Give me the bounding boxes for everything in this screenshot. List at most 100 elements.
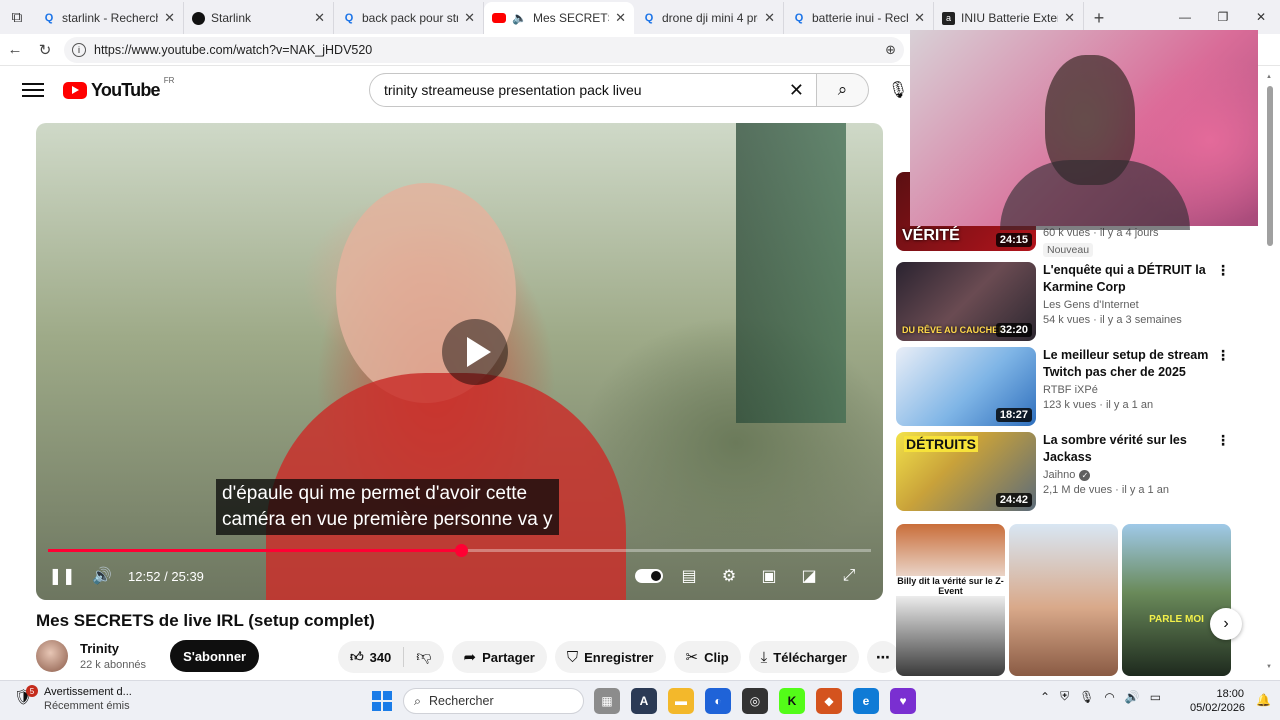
save-button[interactable]: ⛉ Enregistrer (554, 641, 666, 673)
big-play-button[interactable] (442, 319, 508, 385)
share-label: Partager (482, 649, 535, 665)
dislike-button[interactable]: 👎︎ (404, 648, 443, 666)
thumbnail-text: DÉTRUITS (904, 436, 978, 452)
short-item[interactable]: Billy dit la vérité sur le Z-Event (896, 524, 1005, 676)
clock[interactable]: 18:00 05/02/2026 (1190, 687, 1245, 715)
volume-icon[interactable]: 🔊 (82, 559, 122, 593)
heart-app-icon[interactable]: ♥ (890, 688, 916, 714)
more-options-icon[interactable]: ⋮ (1216, 262, 1230, 279)
progress-bar[interactable] (48, 544, 871, 557)
app-icon[interactable]: ◆ (816, 688, 842, 714)
scroll-down-icon[interactable]: ▼ (1266, 664, 1274, 670)
scrollbar-thumb[interactable] (1267, 86, 1273, 246)
task-view-icon[interactable]: ▦ (594, 688, 620, 714)
subtitles-icon[interactable]: ▤ (669, 559, 709, 593)
file-explorer-icon[interactable]: ▬ (668, 688, 694, 714)
short-item[interactable]: PARLE MOI (1122, 524, 1231, 676)
download-label: Télécharger (773, 649, 847, 665)
channel-name[interactable]: RTBF iXPé (1043, 384, 1218, 396)
microphone-icon[interactable]: 🎙 (886, 78, 910, 102)
pause-icon[interactable]: ❚❚ (42, 559, 82, 593)
short-item[interactable] (1009, 524, 1118, 676)
subscribe-button[interactable]: S'abonner (170, 640, 260, 672)
scroll-up-icon[interactable]: ▲ (1266, 74, 1274, 80)
close-icon[interactable]: ✕ (464, 10, 475, 26)
search-button[interactable]: ⌕ (817, 73, 869, 107)
video-thumbnail[interactable]: DU RÊVE AU CAUCHEM 32:20 (896, 262, 1036, 341)
tab-drone-search[interactable]: Q drone dji mini 4 pro - R ✕ (634, 2, 784, 34)
close-icon[interactable]: ✕ (314, 10, 325, 26)
chatgpt-icon[interactable]: ◎ (742, 688, 768, 714)
recommendation-item[interactable]: DU RÊVE AU CAUCHEM 32:20 L'enquête qui a… (896, 262, 1236, 342)
taskbar-search[interactable]: ⌕ Rechercher (403, 688, 584, 714)
windows-start-icon[interactable] (372, 691, 392, 711)
close-icon[interactable]: ✕ (764, 10, 775, 26)
search-input[interactable]: trinity streameuse presentation pack liv… (369, 73, 817, 107)
video-stats: 123 k vues · il y a 1 an (1043, 399, 1154, 411)
like-button[interactable]: 👍︎ 340 (338, 647, 405, 667)
speaker-icon[interactable]: 🔈 (512, 11, 527, 25)
more-options-icon[interactable]: ⋮ (1216, 347, 1230, 364)
tab-youtube-video[interactable]: 🔈 Mes SECRETS de live ✕ (484, 2, 634, 34)
close-icon[interactable]: ✕ (914, 10, 925, 26)
workspaces-icon[interactable]: ⧉ (0, 0, 34, 34)
video-title[interactable]: La sombre vérité sur les Jackass (1043, 432, 1218, 466)
microphone-icon[interactable]: 🎙 (1079, 690, 1094, 704)
url-field[interactable]: i https://www.youtube.com/watch?v=NAK_jH… (64, 36, 904, 63)
close-window-icon[interactable]: ✕ (1242, 0, 1280, 34)
download-button[interactable]: ⤓ Télécharger (748, 641, 859, 673)
verified-icon: ✓ (1079, 469, 1091, 481)
app-icon[interactable]: ◐ (705, 688, 731, 714)
refresh-icon[interactable]: ↻ (30, 35, 60, 65)
battery-icon[interactable]: ▭ (1150, 690, 1161, 704)
settings-gear-icon[interactable]: ⚙ (709, 559, 749, 593)
app-icon[interactable]: A (631, 688, 657, 714)
notification-bell-icon[interactable]: 🔔 (1256, 693, 1271, 707)
chevron-up-icon[interactable]: ⌃ (1040, 690, 1050, 704)
chevron-right-icon[interactable]: › (1210, 608, 1242, 640)
video-thumbnail[interactable]: 18:27 (896, 347, 1036, 426)
edge-browser-icon[interactable]: e (853, 688, 879, 714)
channel-avatar[interactable] (36, 640, 68, 672)
minimize-icon[interactable]: — (1166, 0, 1204, 34)
security-icon[interactable]: ⛨ (1060, 689, 1069, 704)
video-title[interactable]: Le meilleur setup de stream Twitch pas c… (1043, 347, 1218, 381)
recommendation-item[interactable]: DÉTRUITS 24:42 La sombre vérité sur les … (896, 432, 1236, 512)
recommendation-item[interactable]: 18:27 Le meilleur setup de stream Twitch… (896, 347, 1236, 427)
clear-search-icon[interactable]: ✕ (789, 80, 804, 101)
tab-starlink-search[interactable]: Q starlink - Recherche ✕ (34, 2, 184, 34)
close-icon[interactable]: ✕ (1064, 10, 1075, 26)
close-icon[interactable]: ✕ (615, 10, 626, 26)
country-code: FR (163, 75, 175, 85)
like-count: 340 (369, 649, 392, 665)
volume-icon[interactable]: 🔊 (1125, 690, 1140, 704)
video-title[interactable]: L'enquête qui a DÉTRUIT la Karmine Corp (1043, 262, 1218, 296)
extension-icon[interactable]: ⊕ (885, 42, 896, 58)
back-icon[interactable]: ← (0, 35, 30, 65)
kick-icon[interactable]: K (779, 688, 805, 714)
channel-name[interactable]: Les Gens d'Internet (1043, 299, 1218, 311)
menu-icon[interactable] (22, 83, 44, 97)
tab-starlink[interactable]: Starlink ✕ (184, 2, 334, 34)
window-controls: — ❐ ✕ (1166, 0, 1280, 34)
share-button[interactable]: ➦ Partager (451, 641, 547, 673)
channel-name[interactable]: Jaihno ✓ (1043, 469, 1218, 481)
fullscreen-icon[interactable]: ⤢ (829, 559, 869, 593)
autoplay-toggle[interactable] (635, 569, 663, 583)
video-player[interactable]: d'épaule qui me permet d'avoir cette cam… (36, 123, 883, 600)
tab-backpack-search[interactable]: Q back pack pour streame ✕ (334, 2, 484, 34)
wifi-icon[interactable]: ◠ (1104, 690, 1114, 704)
clip-button[interactable]: ✂ Clip (673, 641, 741, 673)
youtube-logo[interactable]: YouTube FR (63, 76, 174, 101)
channel-name[interactable]: Trinity (80, 641, 146, 656)
cast-icon[interactable]: ◪ (789, 559, 829, 593)
page-scrollbar[interactable]: ▲ ▼ (1266, 74, 1274, 675)
miniplayer-icon[interactable]: ▣ (749, 559, 789, 593)
video-thumbnail[interactable]: DÉTRUITS 24:42 (896, 432, 1036, 511)
site-info-icon[interactable]: i (72, 42, 86, 57)
close-icon[interactable]: ✕ (164, 10, 175, 26)
maximize-icon[interactable]: ❐ (1204, 0, 1242, 34)
notification-widget[interactable]: 🛡 5 Avertissement d... Récemment émis (14, 685, 132, 712)
more-options-icon[interactable]: ⋮ (1216, 432, 1230, 449)
more-actions-button[interactable]: ⋯ (866, 641, 899, 673)
